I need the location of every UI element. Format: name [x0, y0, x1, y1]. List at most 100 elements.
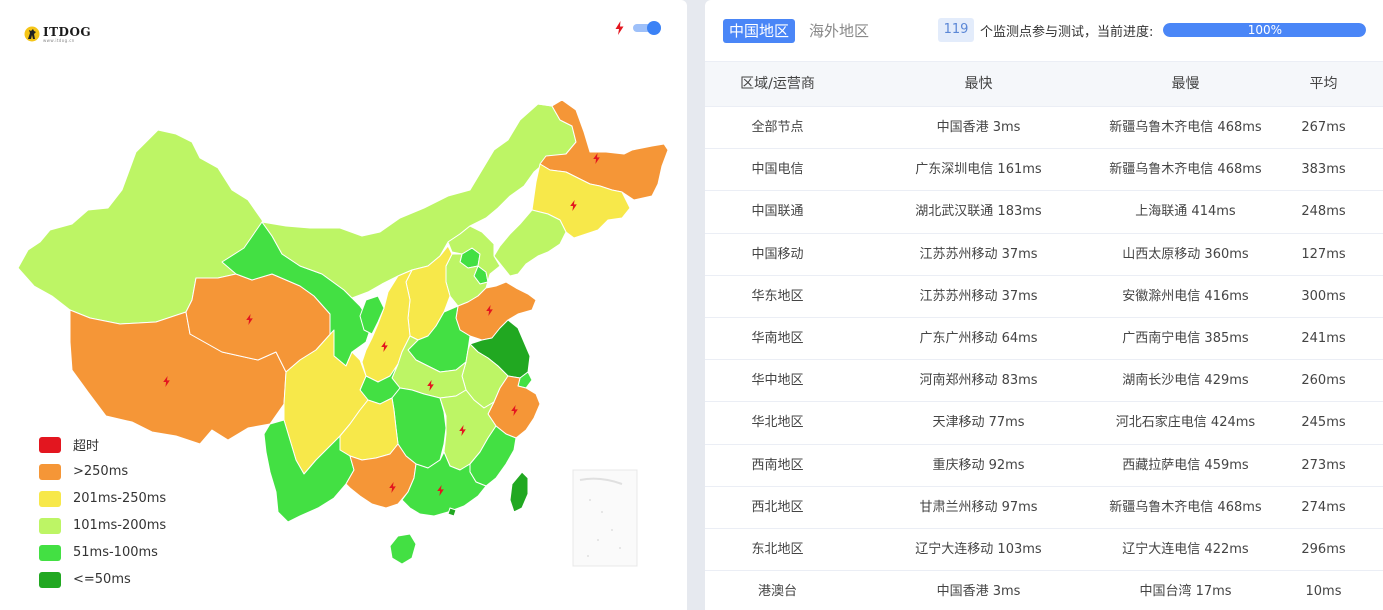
tab-overseas[interactable]: 海外地区: [803, 19, 875, 43]
cell-average: 260ms: [1301, 373, 1346, 389]
legend-label: 超时: [73, 439, 100, 454]
monitor-count-badge: 119: [938, 18, 974, 42]
progress-bar: 100%: [1163, 23, 1367, 37]
legend-swatch: [39, 544, 61, 561]
south-china-sea-inset: [572, 469, 638, 567]
cell-region: 全部节点: [751, 120, 804, 135]
cell-region: 中国联通: [751, 204, 804, 220]
legend-item[interactable]: >250ms: [39, 458, 166, 485]
cell-average: 245ms: [1301, 415, 1346, 431]
lightning-icon: [615, 21, 624, 35]
legend-item[interactable]: <=50ms: [39, 566, 166, 593]
legend-label: 201ms-250ms: [73, 491, 167, 506]
legend-label: 101ms-200ms: [73, 518, 167, 533]
header-region: 区域/运营商: [740, 76, 815, 92]
province-taiwan[interactable]: [509, 471, 529, 513]
cell-slowest: 新疆乌鲁木齐电信 468ms: [1109, 162, 1262, 178]
province-hongkong[interactable]: [447, 507, 457, 517]
map-panel: ITDOG www.itdog.cn 超时 >250ms 201ms-250ms…: [0, 0, 687, 610]
table-row[interactable]: 全部节点 中国香港 3ms 新疆乌鲁木齐电信 468ms 267ms: [705, 107, 1383, 150]
legend-label: 51ms-100ms: [73, 545, 158, 560]
cell-slowest: 河北石家庄电信 424ms: [1115, 415, 1256, 431]
cell-slowest: 山西太原移动 360ms: [1122, 246, 1249, 262]
cell-average: 248ms: [1301, 204, 1346, 220]
cell-region: 华北地区: [751, 415, 804, 431]
legend-label: >250ms: [73, 464, 129, 479]
dog-logo-icon: [24, 26, 40, 42]
cell-average: 10ms: [1305, 584, 1342, 600]
table-row[interactable]: 西北地区 甘肃兰州移动 97ms 新疆乌鲁木齐电信 468ms 274ms: [705, 487, 1383, 529]
cell-slowest: 中国台湾 17ms: [1139, 584, 1232, 600]
cell-slowest: 新疆乌鲁木齐电信 468ms: [1109, 120, 1262, 135]
legend-item[interactable]: 201ms-250ms: [39, 485, 166, 512]
cell-average: 273ms: [1301, 457, 1346, 473]
cell-fastest: 江苏苏州移动 37ms: [919, 246, 1038, 262]
results-panel: 中国地区 海外地区 119 个监测点参与测试，当前进度: 100% 区域/运营商…: [705, 0, 1383, 610]
cell-region: 西南地区: [751, 457, 804, 473]
tab-china[interactable]: 中国地区: [723, 19, 796, 43]
table-row[interactable]: 华东地区 江苏苏州移动 37ms 安徽滁州电信 416ms 300ms: [705, 276, 1383, 318]
region-tabs: 中国地区 海外地区: [723, 19, 875, 43]
map-controls: [615, 21, 661, 35]
cell-fastest: 江苏苏州移动 37ms: [919, 288, 1038, 304]
cell-fastest: 天津移动 77ms: [932, 415, 1025, 431]
legend-swatch: [39, 463, 61, 480]
cell-fastest: 中国香港 3ms: [936, 120, 1021, 135]
cell-slowest: 安徽滁州电信 416ms: [1122, 288, 1249, 304]
table-row[interactable]: 中国电信 广东深圳电信 161ms 新疆乌鲁木齐电信 468ms 383ms: [705, 149, 1383, 192]
logo-url: www.itdog.cn: [43, 37, 75, 43]
cell-average: 296ms: [1301, 541, 1346, 557]
legend-item[interactable]: 51ms-100ms: [39, 539, 166, 566]
cell-region: 中国电信: [751, 162, 804, 178]
table-body: 全部节点 中国香港 3ms 新疆乌鲁木齐电信 468ms 267ms 中国电信 广东深圳电…: [705, 107, 1383, 610]
map-legend: 超时 >250ms 201ms-250ms 101ms-200ms 51ms-100ms…: [39, 431, 166, 593]
results-table: 区域/运营商 最快 最慢 平均 全部节点 中国香港 3ms 新疆乌鲁木齐电信 468…: [705, 61, 1383, 610]
table-row[interactable]: 华中地区 河南郑州移动 83ms 湖南长沙电信 429ms 260ms: [705, 360, 1383, 403]
table-row[interactable]: 华北地区 天津移动 77ms 河北石家庄电信 424ms 245ms: [705, 402, 1383, 445]
cell-slowest: 西藏拉萨电信 459ms: [1122, 457, 1249, 473]
logo-name: ITDOG: [43, 24, 92, 39]
progress-percent-text: 100%: [1247, 23, 1283, 37]
header-slowest: 最慢: [1171, 76, 1200, 92]
header-average: 平均: [1309, 76, 1338, 92]
cell-slowest: 上海联通 414ms: [1135, 204, 1236, 220]
table-row[interactable]: 华南地区 广东广州移动 64ms 广西南宁电信 385ms 241ms: [705, 318, 1383, 361]
cell-fastest: 广东深圳电信 161ms: [915, 162, 1042, 178]
cell-average: 127ms: [1301, 246, 1346, 262]
cell-slowest: 辽宁大连电信 422ms: [1122, 541, 1249, 557]
province-hainan[interactable]: [389, 533, 417, 565]
legend-swatch: [39, 490, 61, 507]
legend-label: <=50ms: [73, 572, 131, 587]
cell-fastest: 湖北武汉联通 183ms: [915, 204, 1042, 220]
cell-fastest: 中国香港 3ms: [936, 584, 1021, 600]
province-liaoning[interactable]: [493, 209, 567, 277]
cell-slowest: 新疆乌鲁木齐电信 468ms: [1109, 499, 1262, 515]
progress-label: 个监测点参与测试，当前进度:: [980, 24, 1154, 40]
legend-item[interactable]: 超时: [39, 431, 166, 458]
table-row[interactable]: 中国联通 湖北武汉联通 183ms 上海联通 414ms 248ms: [705, 191, 1383, 234]
cell-average: 300ms: [1301, 288, 1346, 304]
cell-slowest: 广西南宁电信 385ms: [1122, 330, 1249, 346]
cell-region: 华东地区: [751, 288, 804, 304]
table-row[interactable]: 港澳台 中国香港 3ms 中国台湾 17ms 10ms: [705, 571, 1383, 610]
lightning-toggle-switch[interactable]: [633, 21, 661, 35]
cell-region: 华南地区: [751, 330, 804, 346]
progress-area: 119 个监测点参与测试，当前进度: 100%: [938, 18, 1367, 42]
cell-average: 274ms: [1301, 499, 1346, 515]
legend-swatch: [39, 517, 61, 534]
legend-swatch: [39, 571, 61, 588]
cell-region: 西北地区: [751, 499, 804, 515]
cell-fastest: 甘肃兰州移动 97ms: [919, 499, 1038, 515]
table-row[interactable]: 中国移动 江苏苏州移动 37ms 山西太原移动 360ms 127ms: [705, 234, 1383, 276]
cell-region: 港澳台: [757, 584, 797, 600]
cell-average: 383ms: [1301, 162, 1346, 178]
table-row[interactable]: 东北地区 辽宁大连移动 103ms 辽宁大连电信 422ms 296ms: [705, 529, 1383, 572]
legend-item[interactable]: 101ms-200ms: [39, 512, 166, 539]
cell-fastest: 河南郑州移动 83ms: [919, 373, 1038, 389]
toggle-knob: [647, 21, 661, 35]
table-header: 区域/运营商 最快 最慢 平均: [705, 61, 1383, 107]
cell-fastest: 广东广州移动 64ms: [919, 330, 1038, 346]
legend-swatch: [39, 436, 61, 453]
cell-fastest: 重庆移动 92ms: [932, 457, 1025, 473]
table-row[interactable]: 西南地区 重庆移动 92ms 西藏拉萨电信 459ms 273ms: [705, 445, 1383, 487]
